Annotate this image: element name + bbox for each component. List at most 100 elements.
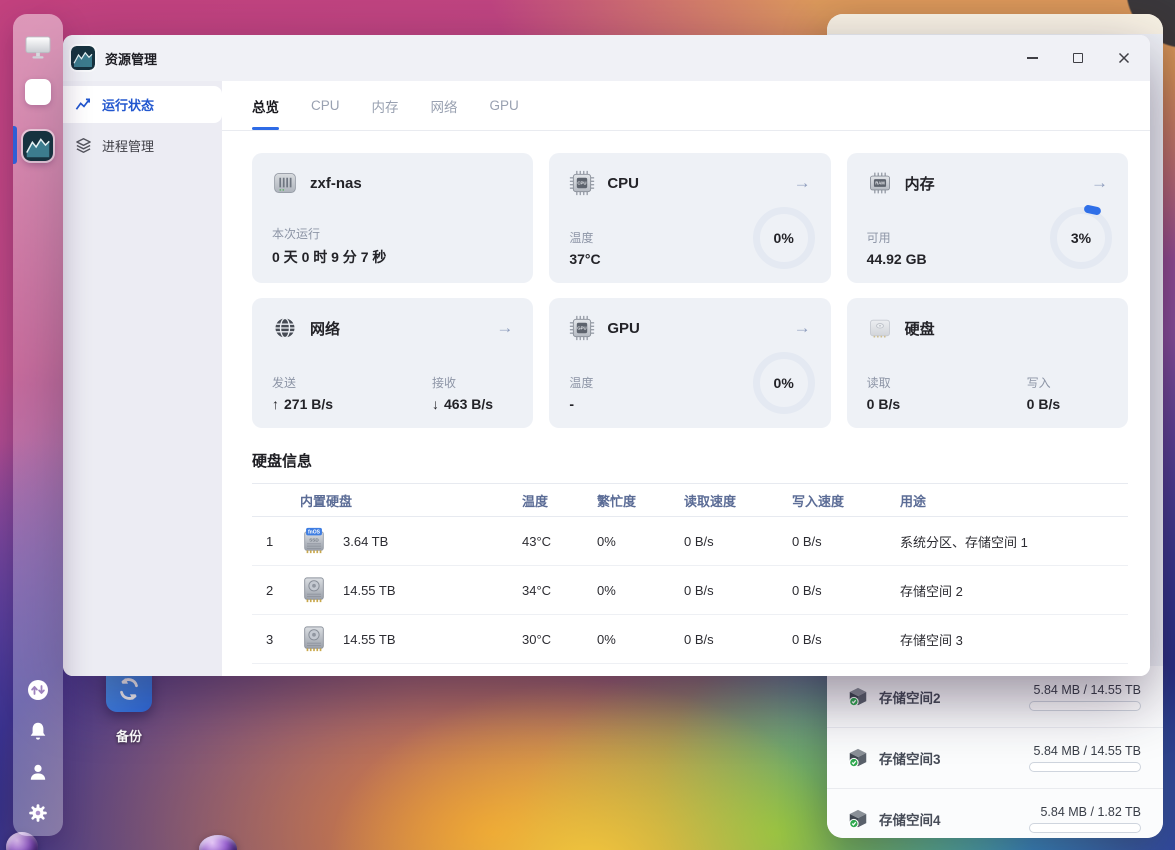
- active-app-indicator: [13, 126, 17, 164]
- globe-icon: [272, 315, 298, 341]
- card-title: GPU: [607, 319, 640, 337]
- desktop: 存储空间2 5.84 MB / 14.55 TB 存储空间3 5.84 MB /…: [0, 0, 1175, 850]
- table-row[interactable]: 2 14.55 TB 34°C 0% 0 B/s 0 B/s 存储空间 2: [252, 566, 1128, 615]
- gauge-value: 0%: [773, 230, 794, 246]
- ram-chip-icon: RAM: [867, 170, 893, 196]
- storage-pool-progressbar: [1029, 700, 1141, 711]
- arrow-right-icon[interactable]: →: [496, 318, 513, 338]
- stat-label: 写入: [1026, 376, 1051, 390]
- stat-label: 温度: [569, 376, 594, 390]
- gauge-value: 0%: [773, 375, 794, 391]
- maximize-icon: [1073, 53, 1083, 63]
- disk-info-table: 内置硬盘 温度 繁忙度 读取速度 写入速度 用途 1 fnOS SSD 3.64 …: [252, 483, 1128, 664]
- layers-icon: [76, 137, 91, 153]
- disk-write: 0 B/s: [792, 533, 822, 549]
- card-title: 硬盘: [904, 320, 935, 338]
- storage-cube-icon: [849, 748, 867, 768]
- transfer-icon[interactable]: [27, 679, 49, 701]
- storage-pool-row[interactable]: 存储空间3 5.84 MB / 14.55 TB: [827, 727, 1163, 788]
- app-grid-icon[interactable]: [25, 79, 51, 105]
- tab-gpu[interactable]: GPU: [490, 81, 519, 130]
- resource-monitor-app-icon[interactable]: [23, 131, 53, 161]
- tab-memory[interactable]: 内存: [372, 81, 399, 130]
- svg-text:RAM: RAM: [875, 181, 885, 186]
- sidebar-item-running-status[interactable]: 运行状态: [63, 86, 222, 123]
- disk-read: 0 B/s: [684, 582, 714, 598]
- arrow-right-icon[interactable]: →: [794, 173, 811, 193]
- disk-busy: 0%: [597, 631, 616, 647]
- sidebar: 运行状态 进程管理: [63, 81, 222, 676]
- svg-text:fnOS: fnOS: [308, 530, 321, 536]
- col-internal-disk: 内置硬盘: [300, 493, 353, 509]
- card-title: zxf-nas: [310, 174, 362, 192]
- network-card[interactable]: 网络 → 发送 ↑ 271 B/s 接收 ↓ 463 B/s: [252, 298, 534, 428]
- stat-label: 温度: [569, 231, 594, 245]
- line-chart-icon: [75, 98, 91, 110]
- host-card: zxf-nas 本次运行 0 天 0 时 9 分 7 秒: [252, 153, 534, 283]
- cpu-temp-value: 37°C: [569, 251, 601, 267]
- gpu-temp-value: -: [569, 396, 574, 412]
- gear-icon[interactable]: [27, 802, 49, 824]
- disk-read-value: 0 B/s: [866, 396, 901, 412]
- svg-text:SSD: SSD: [309, 537, 319, 542]
- backup-desktop-shortcut[interactable]: 备份: [104, 666, 154, 745]
- resource-manager-app-icon: [71, 46, 95, 70]
- arrow-right-icon[interactable]: →: [1091, 173, 1108, 193]
- storage-pool-list: 存储空间2 5.84 MB / 14.55 TB 存储空间3 5.84 MB /…: [827, 666, 1163, 838]
- wallpaper-bubble: [199, 835, 237, 850]
- bell-icon[interactable]: [27, 720, 49, 742]
- tab-overview[interactable]: 总览: [252, 81, 279, 130]
- close-icon: [1118, 52, 1130, 64]
- memory-card[interactable]: RAM 内存 → 可用 44.92 GB 3%: [846, 153, 1128, 283]
- disk-index: 2: [266, 582, 274, 598]
- cpu-card[interactable]: CPU CPU → 温度 37°C 0%: [549, 153, 831, 283]
- arrow-right-icon[interactable]: →: [794, 318, 811, 338]
- resource-manager-window: 资源管理 运行状态 进程管理 总览 CPU 内存 网络 GPU zxf-nas …: [63, 35, 1150, 676]
- disk-index: 1: [266, 533, 274, 549]
- gauge-value: 3%: [1070, 230, 1092, 246]
- storage-pool-name: 存储空间2: [879, 690, 941, 706]
- stat-label: 可用: [866, 231, 891, 245]
- titlebar[interactable]: 资源管理: [63, 35, 1150, 81]
- disk-read: 0 B/s: [684, 631, 714, 647]
- tab-network[interactable]: 网络: [431, 81, 458, 130]
- svg-text:CPU: CPU: [578, 181, 587, 186]
- sidebar-item-process-management[interactable]: 进程管理: [63, 127, 222, 164]
- card-title: 内存: [904, 175, 935, 193]
- user-icon[interactable]: [27, 761, 49, 783]
- tab-cpu[interactable]: CPU: [311, 81, 340, 130]
- storage-window-top-edge: [827, 14, 1163, 34]
- table-row[interactable]: 1 fnOS SSD 3.64 TB 43°C 0% 0 B/s 0 B/s 系统…: [252, 517, 1128, 566]
- storage-cube-icon: [849, 809, 867, 829]
- memory-usage-arc: [1083, 203, 1102, 216]
- nas-device-icon: [272, 170, 298, 196]
- storage-pool-usage: 5.84 MB / 1.82 TB: [1040, 805, 1141, 819]
- storage-pool-usage: 5.84 MB / 14.55 TB: [1033, 682, 1141, 697]
- col-read-speed: 读取速度: [684, 493, 737, 509]
- storage-pool-usage: 5.84 MB / 14.55 TB: [1033, 744, 1141, 758]
- backup-label: 备份: [115, 729, 142, 744]
- col-busy: 繁忙度: [597, 493, 637, 509]
- storage-pool-row[interactable]: 存储空间4 5.84 MB / 1.82 TB: [827, 788, 1163, 838]
- table-row[interactable]: 3 14.55 TB 30°C 0% 0 B/s 0 B/s 存储空间 3: [252, 615, 1128, 664]
- hard-drive-icon: [867, 315, 893, 341]
- storage-pool-name: 存储空间4: [879, 813, 941, 828]
- card-title: 网络: [310, 320, 341, 338]
- tab-bar: 总览 CPU 内存 网络 GPU: [222, 81, 1150, 131]
- maximize-button[interactable]: [1064, 44, 1092, 72]
- gpu-card[interactable]: GPU GPU → 温度 - 0%: [549, 298, 831, 428]
- ssd-fnos-icon: fnOSSSD: [304, 527, 324, 554]
- content-area: 总览 CPU 内存 网络 GPU zxf-nas 本次运行 0 天 0 时 9 …: [222, 81, 1150, 676]
- display-icon[interactable]: [25, 36, 51, 60]
- table-header: 内置硬盘 温度 繁忙度 读取速度 写入速度 用途: [252, 483, 1128, 517]
- disk-usage: 系统分区、存储空间 1: [900, 534, 1028, 550]
- stat-label: 发送: [272, 376, 297, 390]
- download-value: 463 B/s: [444, 396, 494, 412]
- col-temperature: 温度: [522, 493, 549, 509]
- uptime-value: 0 天 0 时 9 分 7 秒: [272, 249, 387, 265]
- close-button[interactable]: [1110, 44, 1138, 72]
- disk-temp: 43°C: [522, 533, 552, 549]
- minimize-button[interactable]: [1018, 44, 1046, 72]
- upload-arrow: ↑: [272, 396, 279, 412]
- disk-temp: 34°C: [522, 582, 552, 598]
